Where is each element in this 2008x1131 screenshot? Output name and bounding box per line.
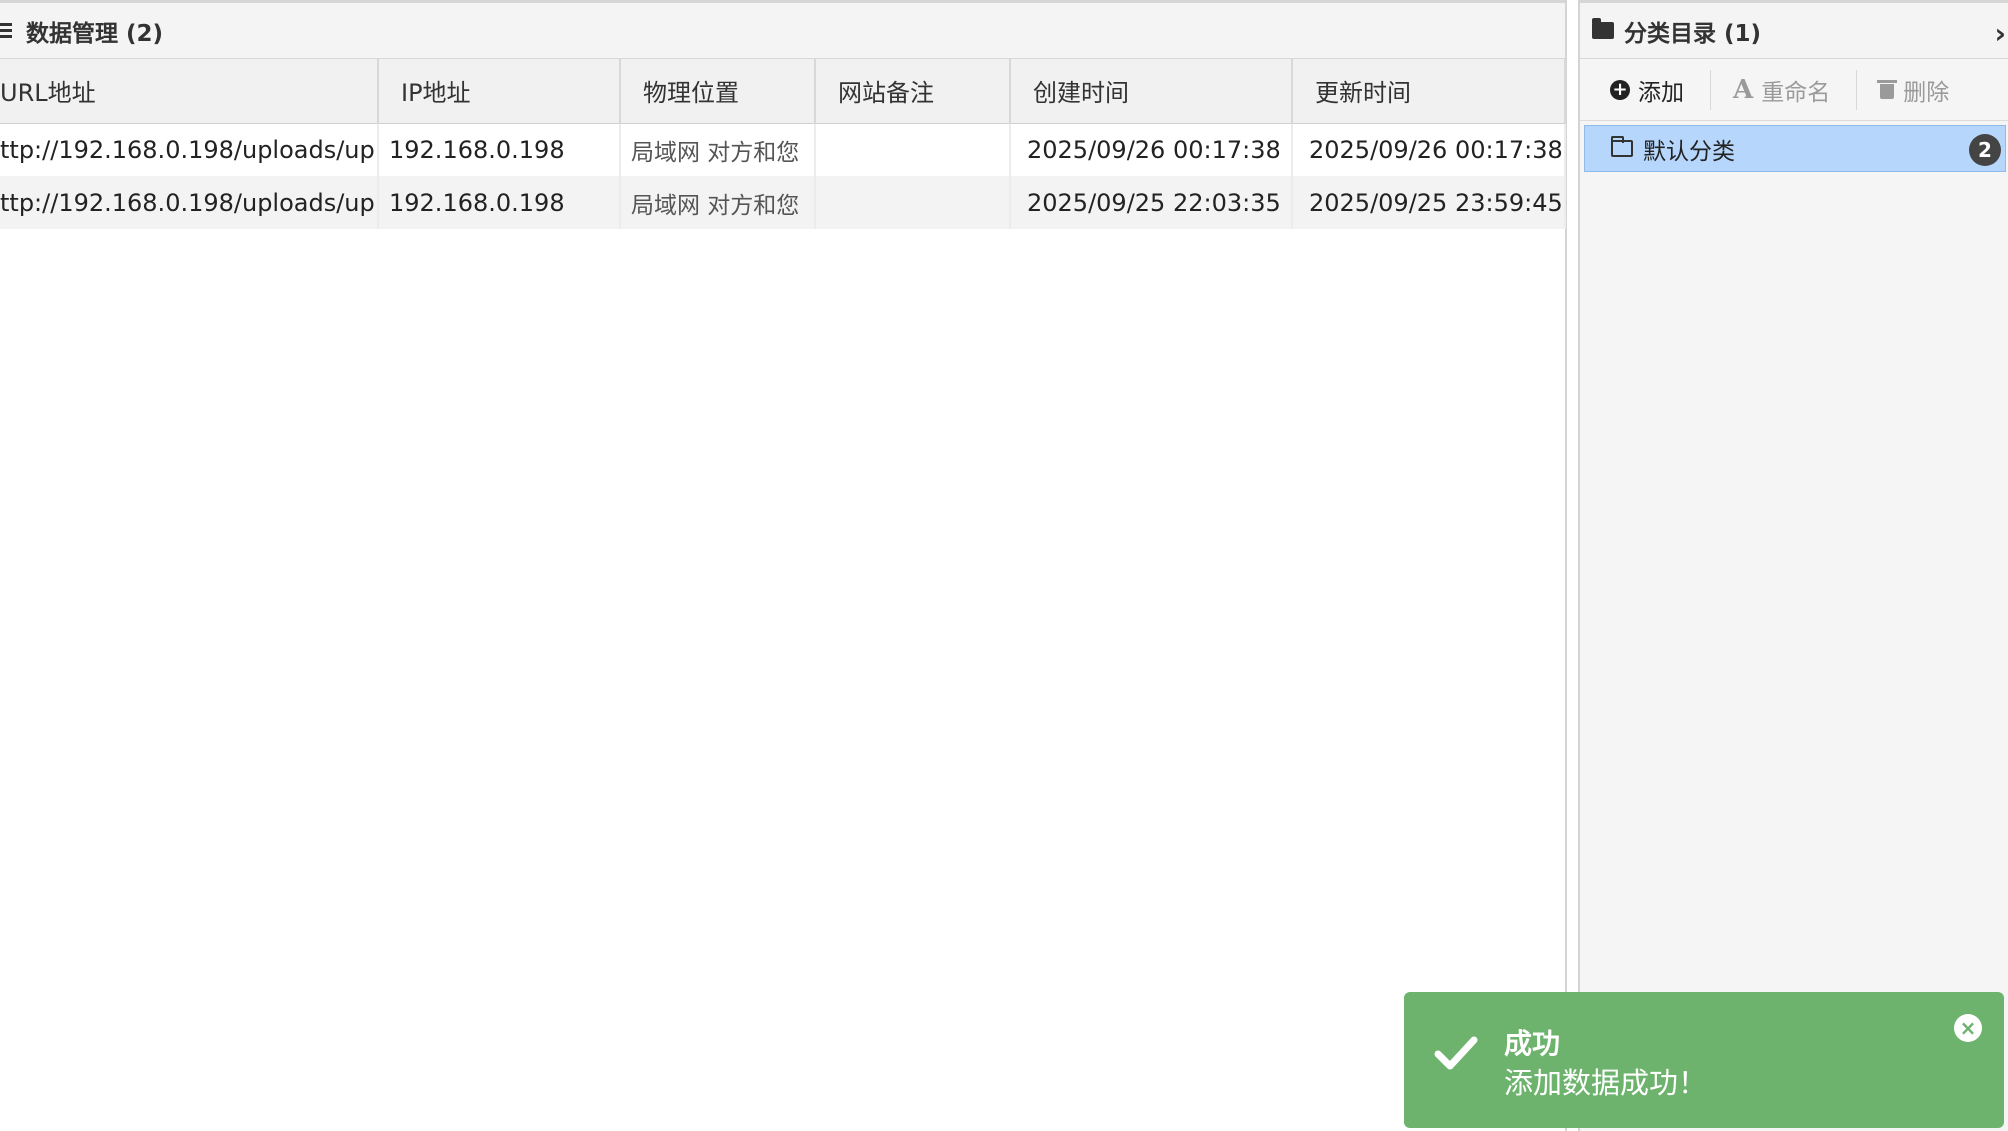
close-icon[interactable]: × <box>1954 1014 1982 1042</box>
cell-ip[interactable]: 192.168.0.198 <box>378 123 621 176</box>
delete-category-label: 删除 <box>1903 79 1950 106</box>
column-header-url[interactable]: URL地址 <box>0 59 379 124</box>
rename-category-label: 重命名 <box>1761 79 1831 106</box>
cell-ip[interactable]: 192.168.0.198 <box>378 176 621 229</box>
data-panel-title: 数据管理 (2) <box>26 20 164 47</box>
category-toolbar: + 添加 A 重命名 删除 <box>1580 59 2008 121</box>
chevron-right-icon[interactable]: › <box>1994 17 2006 50</box>
cell-updated[interactable]: 2025/09/25 23:59:45 <box>1292 176 1566 229</box>
folder-open-icon <box>1611 136 1633 157</box>
data-table: URL地址 IP地址 物理位置 网站备注 创建时间 更新时间 ttp://192… <box>0 59 1566 229</box>
column-header-ip[interactable]: IP地址 <box>378 59 621 124</box>
data-management-panel: 数据管理 (2) URL地址 IP地址 物理位置 网站备注 创建时间 更新时间 … <box>0 0 1567 1131</box>
cell-updated[interactable]: 2025/09/26 00:17:38 <box>1292 123 1566 176</box>
category-count-badge: 2 <box>1969 134 2001 166</box>
column-header-note[interactable]: 网站备注 <box>815 59 1011 124</box>
rename-category-button[interactable]: A 重命名 <box>1733 69 1858 110</box>
category-item-label: 默认分类 <box>1643 138 1735 165</box>
cell-url[interactable]: ttp://192.168.0.198/uploads/uplo <box>0 176 379 229</box>
data-panel-header: 数据管理 (2) <box>0 0 1565 59</box>
cell-note[interactable] <box>815 123 1011 176</box>
toast-message: 添加数据成功！ <box>1504 1066 1708 1100</box>
category-panel: 分类目录 (1) › + 添加 A 重命名 删除 默认分类 2 <box>1578 0 2008 1131</box>
cell-url[interactable]: ttp://192.168.0.198/uploads/uplo <box>0 123 379 176</box>
category-panel-title: 分类目录 (1) <box>1624 20 1762 47</box>
trash-icon <box>1877 80 1898 99</box>
folder-icon <box>1592 18 1614 39</box>
cell-created[interactable]: 2025/09/26 00:17:38 <box>1010 123 1293 176</box>
toast-title: 成功 <box>1504 1027 1561 1060</box>
table-row[interactable]: ttp://192.168.0.198/uploads/uplo 192.168… <box>0 176 1566 229</box>
category-item-default[interactable]: 默认分类 2 <box>1584 125 2006 172</box>
list-icon <box>0 23 18 38</box>
font-icon: A <box>1733 74 1754 105</box>
category-panel-header: 分类目录 (1) › <box>1580 0 2008 59</box>
column-header-created[interactable]: 创建时间 <box>1010 59 1293 124</box>
column-header-updated[interactable]: 更新时间 <box>1292 59 1566 124</box>
cell-location[interactable]: 局域网 对方和您 <box>620 176 816 229</box>
cell-note[interactable] <box>815 176 1011 229</box>
table-row[interactable]: ttp://192.168.0.198/uploads/uplo 192.168… <box>0 123 1566 176</box>
cell-created[interactable]: 2025/09/25 22:03:35 <box>1010 176 1293 229</box>
delete-category-button[interactable]: 删除 <box>1877 70 1950 110</box>
cell-location[interactable]: 局域网 对方和您 <box>620 123 816 176</box>
add-category-label: 添加 <box>1638 79 1684 106</box>
table-header-row: URL地址 IP地址 物理位置 网站备注 创建时间 更新时间 <box>0 59 1566 124</box>
plus-circle-icon: + <box>1610 79 1630 100</box>
checkmark-icon <box>1434 1036 1478 1070</box>
add-category-button[interactable]: + 添加 <box>1610 69 1711 110</box>
success-toast: 成功 添加数据成功！ × <box>1404 992 2004 1128</box>
category-list: 默认分类 2 <box>1580 121 2008 172</box>
column-header-location[interactable]: 物理位置 <box>620 59 816 124</box>
